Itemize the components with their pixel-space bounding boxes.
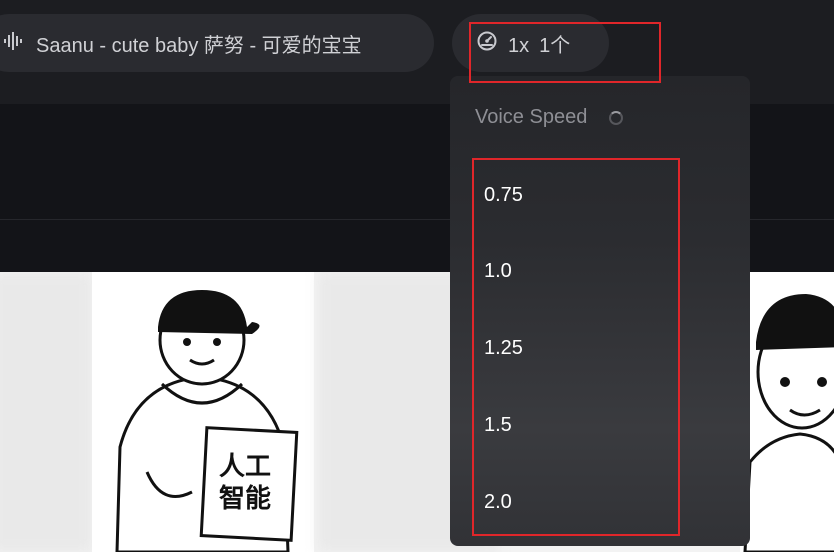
speed-options-highlight-box <box>472 158 680 536</box>
loading-spinner-icon <box>609 110 624 125</box>
sign-line-2: 智能 <box>219 483 271 514</box>
blurred-thumbnail[interactable] <box>0 272 92 552</box>
illustration-thumbnail[interactable]: 人工 智能 <box>92 272 314 552</box>
sign-line-1: 人工 <box>219 452 271 482</box>
dropdown-title: Voice Speed <box>475 106 588 128</box>
speed-button-highlight-box <box>469 22 661 83</box>
boy-holding-ai-book-illustration: 人工 智能 <box>115 290 299 552</box>
dropdown-header: Voice Speed <box>475 106 624 129</box>
voice-name-label: Saanu - cute baby 萨努 - 可爱的宝宝 <box>36 34 362 57</box>
audio-wave-icon <box>4 31 24 55</box>
illustration-thumbnail[interactable] <box>740 272 834 552</box>
voice-selector-button[interactable]: Saanu - cute baby 萨努 - 可爱的宝宝 <box>0 14 434 72</box>
boy-illustration <box>743 294 834 552</box>
